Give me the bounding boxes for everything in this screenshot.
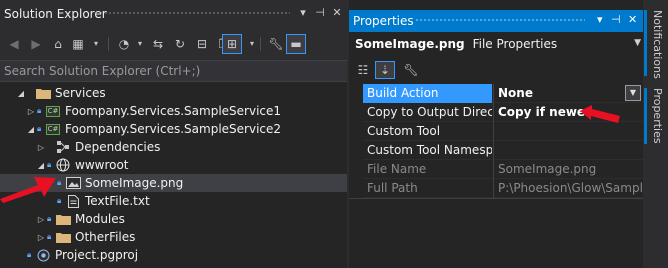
pending-changes-filter-icon[interactable]: ◔ [116,36,132,52]
collapsed-arrow-icon[interactable]: ▷ [36,143,46,152]
tree-node-modules[interactable]: ▷ 🔒︎ Modules [0,210,347,228]
properties-panel: Properties ▾ ⊣ ✕ SomeImage.png File Prop… [349,0,643,268]
solution-explorer-toolbar: ◀ ▶ ⌂ ▦ ▾ ◔ ▾ ⇆ ↻ ⊟ ❐ ⊞ ▾ 🔧︎ ▬ [0,27,347,60]
forward-icon[interactable]: ▶ [28,36,44,52]
refresh-icon[interactable]: ↻ [172,36,188,52]
text-file-icon [65,194,81,208]
annotation-arrow-left [0,177,56,203]
lock-icon: 🔒︎ [47,160,52,169]
sync-with-active-document-icon[interactable]: ⇆ [150,36,166,52]
side-tab-strip: Notifications Properties [643,0,668,268]
properties-toolbar: ☷ ⇣ 🔧︎ [349,56,643,84]
toggle-dropdown-icon[interactable]: ▾ [244,36,260,52]
property-row-custom-tool-namespace[interactable]: Custom Tool Namespac [349,141,643,160]
pin-icon[interactable]: ⊣ [313,6,327,20]
categorized-icon[interactable]: ☷ [353,61,373,79]
object-name: SomeImage.png [355,37,465,51]
window-position-icon[interactable]: ▾ [597,13,603,26]
tree-node-sampleservice2[interactable]: ◢ 🔒︎ C# Foompany.Services.SampleService2 [0,120,347,138]
filter-dropdown-icon[interactable]: ▾ [132,36,148,52]
solution-explorer-title-bar: Solution Explorer ▾ ⊣ ✕ [0,0,347,27]
lock-icon: 🔒︎ [37,124,42,133]
properties-object-selector[interactable]: SomeImage.png File Properties ▼ [349,32,643,56]
solution-explorer-search-input[interactable]: Search Solution Explorer (Ctrl+;) [0,60,347,82]
collapsed-arrow-icon[interactable]: ▷ [36,215,46,224]
folder-icon [55,212,71,226]
globe-icon [55,158,71,172]
collapsed-arrow-icon[interactable]: ▷ [26,107,36,116]
alphabetical-sort-icon[interactable]: ⇣ [375,61,395,79]
tree-node-services[interactable]: ◢ Services [0,84,347,102]
tree-view-toggle-icon[interactable]: ⊞ [222,34,242,54]
property-pages-wrench-icon[interactable]: 🔧︎ [401,61,421,79]
back-icon[interactable]: ◀ [6,36,22,52]
dependencies-icon [55,140,71,154]
lock-icon: 🔒︎ [57,196,62,205]
properties-wrench-icon[interactable]: 🔧︎ [268,36,284,52]
chevron-down-icon[interactable]: ▼ [625,85,641,101]
solution-explorer-panel: Solution Explorer ▾ ⊣ ✕ ◀ ▶ ⌂ ▦ ▾ ◔ ▾ ⇆ … [0,0,347,268]
project-file-icon [35,248,51,262]
collapse-all-icon[interactable]: ⊟ [194,36,210,52]
preview-selected-items-icon[interactable]: ▬ [286,34,306,54]
tree-node-sampleservice1[interactable]: ▷ 🔒︎ C# Foompany.Services.SampleService1 [0,102,347,120]
tree-node-project[interactable]: 🔒︎ Project.pgproj [0,246,347,264]
folder-icon [35,86,51,100]
csharp-project-icon: C# [45,105,61,117]
csharp-project-icon: C# [45,123,61,135]
lock-icon: 🔒︎ [57,178,62,187]
object-kind: File Properties [472,37,558,51]
expanded-arrow-icon[interactable]: ◢ [26,125,36,134]
lock-icon: 🔒︎ [47,214,52,223]
lock-icon: 🔒︎ [27,250,32,259]
close-icon[interactable]: ✕ [628,13,637,26]
solution-explorer-title: Solution Explorer [4,6,107,21]
property-description-area [349,198,643,268]
property-row-full-path[interactable]: Full Path P:\Phoesion\Glow\Samples\ [349,179,643,198]
tab-notifications[interactable]: Notifications [648,10,664,79]
image-file-icon [65,176,81,190]
close-icon[interactable]: ✕ [330,6,344,20]
properties-title: Properties [353,14,414,28]
lock-icon: 🔒︎ [37,106,42,115]
chevron-down-icon[interactable]: ▼ [634,38,641,48]
property-row-file-name[interactable]: File Name SomeImage.png [349,160,643,179]
tree-node-dependencies[interactable]: ▷ Dependencies [0,138,347,156]
tab-properties[interactable]: Properties [648,88,664,144]
lock-icon: 🔒︎ [47,232,52,241]
title-grip [100,11,290,16]
window-position-icon[interactable]: ▾ [296,6,310,20]
collapsed-arrow-icon[interactable]: ▷ [36,233,46,242]
pin-icon[interactable]: ⊣ [611,13,621,26]
switch-views-icon[interactable]: ▦ [70,36,86,52]
expanded-arrow-icon[interactable]: ◢ [16,89,26,98]
properties-title-bar: Properties ▾ ⊣ ✕ [349,10,643,32]
expanded-arrow-icon[interactable]: ◢ [36,161,46,170]
views-dropdown-icon[interactable]: ▾ [88,36,104,52]
folder-icon [55,230,71,244]
property-row-build-action[interactable]: Build Action None ▼ [349,84,643,103]
annotation-arrow-right [580,105,620,123]
home-icon[interactable]: ⌂ [50,36,66,52]
tree-node-otherfiles[interactable]: ▷ 🔒︎ OtherFiles [0,228,347,246]
